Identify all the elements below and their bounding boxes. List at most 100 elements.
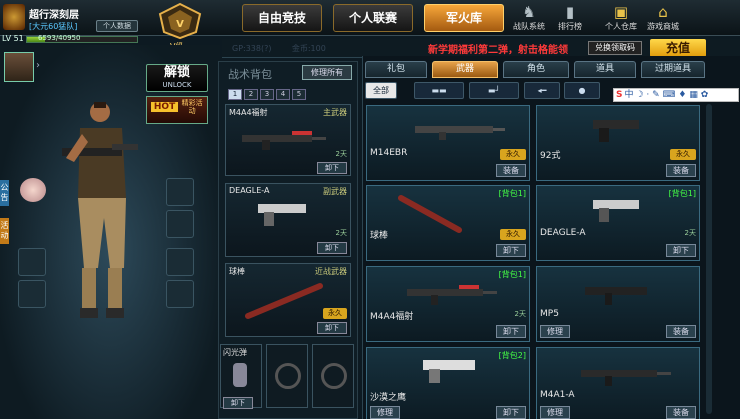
- tab-expired-items[interactable]: 过期道具: [641, 61, 705, 78]
- empty-slot-2[interactable]: [312, 344, 354, 408]
- backpack-tag: [背包1]: [498, 270, 526, 279]
- ime-tools-icon: ☽ · ✎ ⌨ ♦ ▦ ✿: [635, 90, 709, 100]
- side-tab-notice[interactable]: 公告: [0, 180, 9, 206]
- pistol-icon: [593, 198, 643, 225]
- tab-gift-pack[interactable]: 礼包: [365, 61, 427, 78]
- tab-league[interactable]: 个人联赛: [333, 4, 413, 32]
- grenade-slot[interactable]: 闪光弹 卸下: [220, 344, 262, 409]
- soldier-character: [52, 98, 152, 338]
- empty-slot-1[interactable]: [266, 344, 308, 408]
- item-card-deagle-a[interactable]: [背包1] DEAGLE-A 2天 卸下: [536, 185, 700, 261]
- forever-badge: 永久: [323, 308, 347, 319]
- item-card-m4a4[interactable]: [背包1] M4A4福射 2天 卸下: [366, 266, 530, 342]
- item-name: M4A4福射: [370, 312, 414, 322]
- accessory-slot-2[interactable]: [18, 280, 46, 308]
- backpack-page-4[interactable]: 4: [276, 89, 290, 100]
- pistol-icon: [593, 118, 643, 145]
- filter-rifle-icon[interactable]: ▬▬: [414, 82, 464, 99]
- rifle-icon: [242, 127, 326, 154]
- personal-info-button[interactable]: 个人数据: [96, 20, 138, 32]
- backpack-page-2[interactable]: 2: [244, 89, 258, 100]
- pig-mascot-icon[interactable]: [20, 178, 46, 202]
- inventory-scrollbar[interactable]: [706, 104, 712, 414]
- filter-all[interactable]: 全部: [365, 82, 397, 99]
- slot-weapon-name: 球棒: [229, 267, 245, 276]
- unlock-label: 解锁: [163, 65, 190, 80]
- slot-weapon-name: M4A4福射: [229, 108, 268, 117]
- equip-button[interactable]: 装备: [666, 164, 696, 177]
- unequip-button[interactable]: 卸下: [317, 162, 347, 174]
- backpack-page-3[interactable]: 3: [260, 89, 274, 100]
- backpack-page-5[interactable]: 5: [292, 89, 306, 100]
- unequip-button[interactable]: 卸下: [666, 244, 696, 257]
- leaderboard-label: 排行榜: [558, 22, 582, 31]
- item-card-m4a1-a[interactable]: M4A1-A 修理 装备: [536, 347, 700, 419]
- gold-text: 金币:100: [291, 44, 326, 53]
- accessory-slot-1[interactable]: [18, 248, 46, 276]
- grenade-icon: [233, 363, 247, 387]
- redeem-code-button[interactable]: 兑换领取码: [588, 41, 642, 55]
- tab-free-battle[interactable]: 自由竞技: [242, 4, 322, 32]
- avatar-arrow-icon[interactable]: ›: [36, 60, 40, 71]
- rank-icon: ▮: [565, 3, 575, 21]
- forever-badge: 永久: [500, 229, 526, 240]
- avatar[interactable]: [4, 52, 34, 82]
- shop-button[interactable]: ⌂ 游戏商城: [640, 3, 686, 32]
- equip-button[interactable]: 装备: [666, 325, 696, 338]
- repair-button[interactable]: 修理: [540, 406, 570, 419]
- boots-slot[interactable]: [166, 280, 194, 308]
- svg-text:V: V: [176, 19, 184, 30]
- item-card-bat[interactable]: [背包1] 球棒 永久 卸下: [366, 185, 530, 261]
- filter-pistol-icon[interactable]: ▬┘: [469, 82, 519, 99]
- slot-days: 2天: [335, 229, 347, 237]
- forever-badge: 永久: [670, 149, 696, 160]
- hot-events-button[interactable]: HOT 精彩活动: [146, 96, 208, 124]
- item-card-mp5[interactable]: MP5 修理 装备: [536, 266, 700, 342]
- exp-text: 6593/40950: [38, 34, 81, 42]
- bat-icon: [397, 194, 467, 237]
- rank-badge-small-icon: [3, 4, 25, 30]
- warehouse-button[interactable]: ▣ 个人仓库: [598, 3, 644, 32]
- tab-armory[interactable]: 军火库: [424, 4, 504, 32]
- unequip-button[interactable]: 卸下: [496, 406, 526, 419]
- item-name: 沙漠之鹰: [370, 393, 407, 403]
- filter-knife-icon[interactable]: ◂━: [524, 82, 560, 99]
- charge-button[interactable]: 充值: [650, 39, 706, 57]
- backpack-title: 战术背包: [228, 68, 272, 81]
- repair-button[interactable]: 修理: [370, 406, 400, 419]
- leaderboard-button[interactable]: ▮ 排行榜: [547, 3, 593, 32]
- filter-grenade-icon[interactable]: ●: [564, 82, 600, 99]
- item-card-m14ebr[interactable]: M14EBR 永久 装备: [366, 105, 530, 181]
- gloves-slot[interactable]: [166, 248, 194, 276]
- unequip-button[interactable]: 卸下: [317, 322, 347, 334]
- backpack-page-1[interactable]: 1: [228, 89, 242, 100]
- tab-weapons[interactable]: 武器: [432, 61, 498, 78]
- team-system-button[interactable]: ♞ 战队系统: [506, 3, 552, 32]
- side-tab-events[interactable]: 活动: [0, 218, 9, 244]
- unequip-button[interactable]: 卸下: [496, 244, 526, 257]
- slot-weapon-type: 副武器: [323, 187, 347, 196]
- backpack-slot-primary[interactable]: M4A4福射 主武器 2天 卸下: [225, 104, 351, 176]
- repair-button[interactable]: 修理: [540, 325, 570, 338]
- empty-slot-icon: [275, 363, 301, 389]
- unlock-button[interactable]: 解锁 UNLOCK: [146, 64, 208, 92]
- repair-all-button[interactable]: 修理所有: [302, 65, 352, 80]
- unequip-button[interactable]: 卸下: [317, 242, 347, 254]
- backpack-slot-melee[interactable]: 球棒 近战武器 永久 卸下: [225, 263, 351, 337]
- player-level: LV 51: [2, 34, 24, 43]
- slot-weapon-type: 近战武器: [315, 267, 347, 276]
- item-card-92[interactable]: 92式 永久 装备: [536, 105, 700, 181]
- tab-characters[interactable]: 角色: [503, 61, 569, 78]
- tab-items[interactable]: 道具: [574, 61, 636, 78]
- bat-icon: [244, 280, 324, 323]
- backpack-slot-secondary[interactable]: DEAGLE-A 副武器 2天 卸下: [225, 183, 351, 257]
- unequip-grenade-button[interactable]: 卸下: [223, 397, 253, 409]
- unequip-button[interactable]: 卸下: [496, 325, 526, 338]
- equip-button[interactable]: 装备: [666, 406, 696, 419]
- vest-slot[interactable]: [166, 210, 194, 238]
- backpack-tag: [背包1]: [668, 189, 696, 198]
- equip-button[interactable]: 装备: [496, 164, 526, 177]
- helmet-slot[interactable]: [166, 178, 194, 206]
- ime-toolbar[interactable]: S 中 ☽ · ✎ ⌨ ♦ ▦ ✿: [613, 88, 739, 102]
- item-card-desert-eagle[interactable]: [背包2] 沙漠之鹰 修理 卸下: [366, 347, 530, 419]
